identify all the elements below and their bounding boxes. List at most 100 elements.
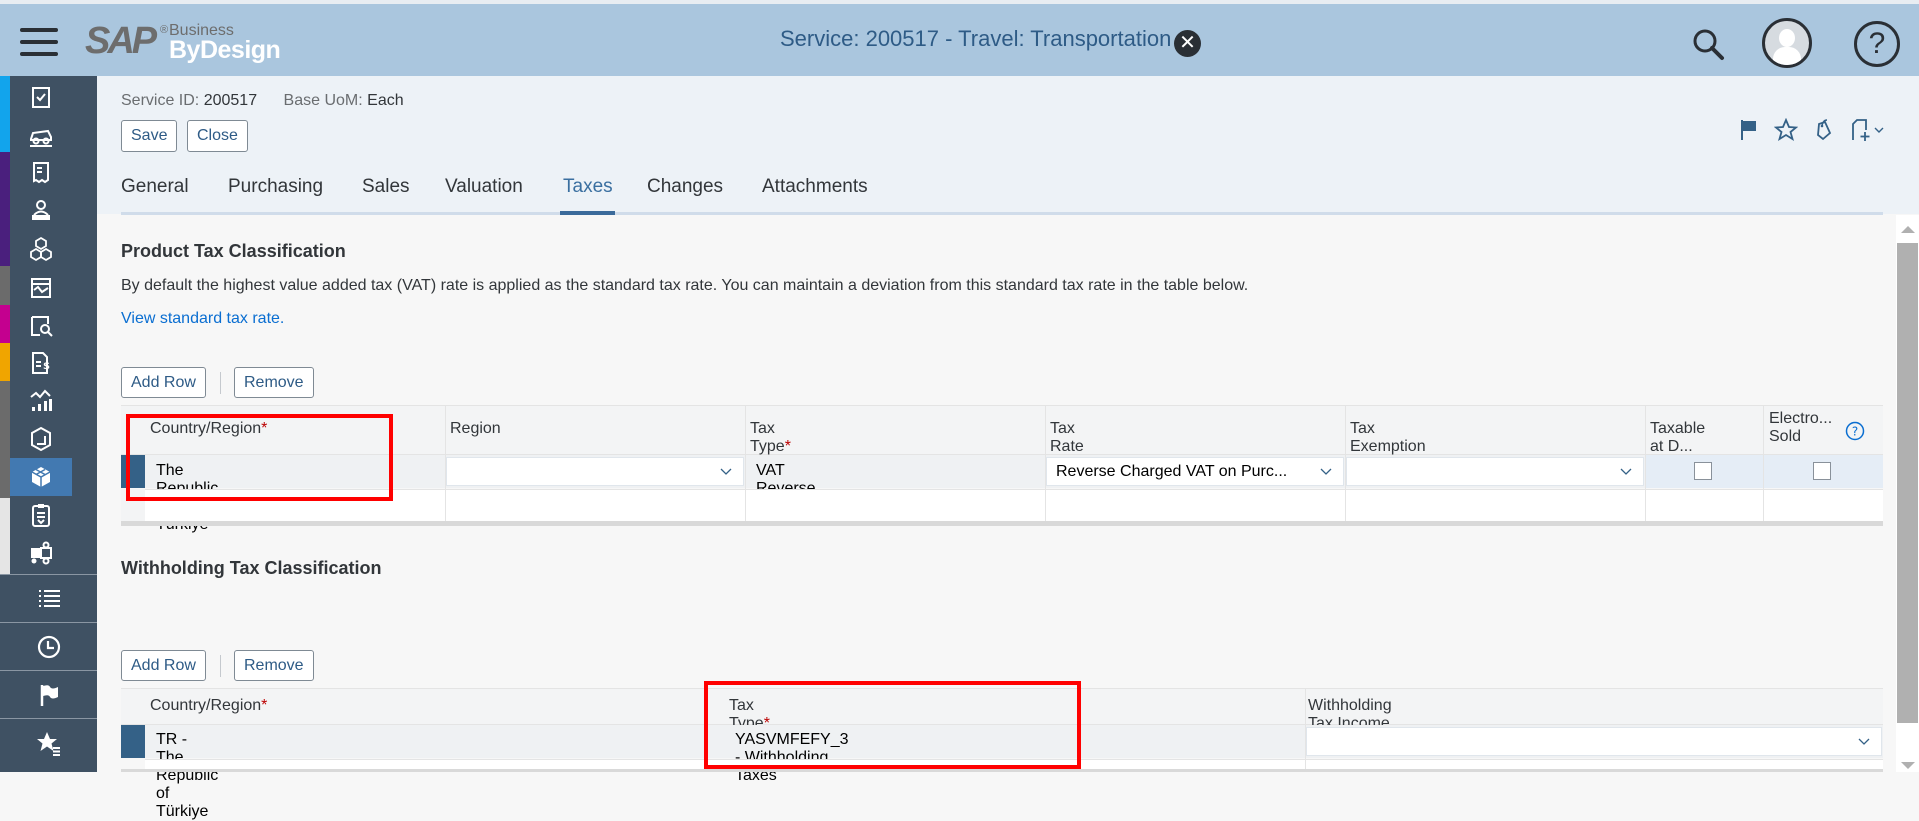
- sidebar-item-calendar-search[interactable]: [10, 306, 72, 344]
- view-standard-tax-rate-link[interactable]: View standard tax rate.: [121, 310, 284, 328]
- logo-brand: SAP: [85, 20, 157, 62]
- row-selected-bg: [1645, 455, 1883, 488]
- column-separator: [705, 688, 706, 770]
- cube-icon: [31, 467, 51, 487]
- tag-icon[interactable]: [1811, 118, 1835, 142]
- object-header: Service ID: 200517 Base UoM: Each Save C…: [97, 76, 1919, 214]
- sidebar-item-invoice[interactable]: $: [10, 344, 72, 382]
- sidebar-item-clipboard-list[interactable]: [10, 496, 72, 534]
- table-row-empty: [145, 759, 1883, 769]
- close-button[interactable]: Close: [187, 120, 248, 152]
- sidebar-item-hexagon[interactable]: [10, 420, 72, 458]
- scrollbar-thumb[interactable]: [1897, 243, 1918, 723]
- analytics-icon: [30, 389, 52, 411]
- tab-sales[interactable]: Sales: [362, 176, 410, 198]
- flag-icon: [40, 685, 58, 706]
- table-header: [121, 405, 1883, 455]
- sidebar-item-analytics[interactable]: [10, 382, 72, 420]
- page-title: Service: 200517 - Travel: Transportation: [780, 26, 1172, 51]
- tab-taxes[interactable]: Taxes: [563, 176, 613, 198]
- sidebar-item-car[interactable]: [10, 116, 72, 154]
- sidebar-item-puzzle[interactable]: [10, 534, 72, 572]
- clipboard-list-icon: [32, 504, 50, 527]
- column-separator: [1645, 405, 1646, 521]
- tax-exemption-reason-dropdown[interactable]: [1346, 457, 1644, 486]
- table-row-empty: [145, 489, 1883, 521]
- add-row-button[interactable]: Add Row: [121, 367, 206, 398]
- toolbar-separator: [220, 372, 221, 394]
- save-button[interactable]: Save: [121, 120, 178, 152]
- row-selector-empty: [121, 489, 145, 521]
- remove-button[interactable]: Remove: [234, 650, 314, 681]
- search-icon[interactable]: [1690, 26, 1726, 62]
- region-dropdown[interactable]: [446, 457, 744, 486]
- cell-country[interactable]: TR - The Republic of Türkiye: [156, 731, 218, 821]
- sidebar-item-person[interactable]: [10, 192, 72, 230]
- tab-attachments[interactable]: Attachments: [762, 176, 868, 198]
- user-avatar[interactable]: [1762, 18, 1812, 68]
- sidebar-item-product-data[interactable]: [10, 458, 72, 496]
- clipboard-check-icon: [32, 87, 50, 108]
- tab-valuation[interactable]: Valuation: [445, 176, 523, 198]
- withholding-income-type-dropdown[interactable]: [1306, 727, 1882, 756]
- chevron-down-icon[interactable]: [1873, 124, 1885, 136]
- row-selector[interactable]: [121, 455, 145, 488]
- hexagon-icon: [31, 426, 51, 452]
- new-document-icon[interactable]: [1849, 118, 1873, 142]
- star-icon[interactable]: [1774, 118, 1798, 142]
- tax-rate-type-dropdown[interactable]: Reverse Charged VAT on Purc...: [1046, 457, 1344, 486]
- sidebar-flags-button[interactable]: [0, 672, 97, 718]
- column-separator: [1305, 688, 1306, 770]
- column-header-country: Country/Region*: [150, 697, 268, 714]
- sidebar-item-products[interactable]: [10, 230, 72, 268]
- service-id-value: 200517: [203, 92, 258, 109]
- sidebar-divider: [0, 670, 97, 671]
- clock-icon: [37, 635, 60, 659]
- svg-text:?: ?: [1852, 425, 1858, 439]
- tab-purchasing[interactable]: Purchasing: [228, 176, 323, 198]
- sidebar-recent-button[interactable]: [0, 624, 97, 670]
- remove-button[interactable]: Remove: [234, 367, 314, 398]
- sidebar-color-strip: [0, 381, 10, 498]
- help-icon[interactable]: ?: [1854, 21, 1900, 67]
- service-id-label: Service ID:: [121, 92, 200, 109]
- row-selector[interactable]: [121, 725, 145, 758]
- sidebar-color-strip: [0, 498, 10, 574]
- sidebar-item-receipt[interactable]: [10, 154, 72, 192]
- scroll-up-arrow[interactable]: [1901, 226, 1915, 233]
- product-tax-description: By default the highest value added tax (…: [121, 277, 1249, 294]
- sidebar-divider: [0, 622, 97, 623]
- sidebar-color-strip: [0, 305, 10, 343]
- column-header-country: Country/Region*: [150, 420, 268, 437]
- sidebar-item-tasks[interactable]: [10, 78, 72, 116]
- close-window-icon[interactable]: ✕: [1174, 30, 1201, 57]
- car-icon: [30, 129, 52, 147]
- scroll-down-arrow[interactable]: [1901, 762, 1915, 769]
- tab-changes[interactable]: Changes: [647, 176, 723, 198]
- document-dollar-icon: $: [32, 352, 50, 374]
- column-header-electro-sold: Electro... Sold: [1769, 410, 1833, 445]
- svg-text:$: $: [43, 361, 50, 372]
- person-desk-icon: [32, 200, 50, 220]
- sidebar-item-planning[interactable]: [10, 268, 72, 306]
- flag-icon[interactable]: [1737, 118, 1761, 142]
- tax-rate-type-value: Reverse Charged VAT on Purc...: [1056, 463, 1288, 480]
- column-separator: [1345, 405, 1346, 521]
- cell-tax-type[interactable]: YASVMFEFY_3 - Withholding Taxes: [735, 731, 849, 785]
- menu-icon[interactable]: [20, 28, 58, 56]
- logo-line2: ByDesign: [169, 36, 281, 64]
- add-row-button[interactable]: Add Row: [121, 650, 206, 681]
- base-uom-label: Base UoM:: [283, 92, 363, 109]
- column-separator: [1763, 405, 1764, 521]
- column-header-tax-type: Tax Type*: [750, 420, 791, 455]
- cubes-icon: [30, 236, 52, 262]
- sidebar-favorites-button[interactable]: [0, 720, 97, 766]
- calendar-chart-icon: [31, 278, 51, 298]
- sidebar-color-strip: [0, 266, 10, 305]
- column-header-region: Region: [450, 420, 501, 437]
- help-circle-icon[interactable]: ?: [1845, 421, 1865, 441]
- sidebar-worklist-button[interactable]: [0, 576, 97, 622]
- tab-general[interactable]: General: [121, 176, 189, 198]
- electro-sold-checkbox[interactable]: [1813, 462, 1831, 480]
- taxable-at-d-checkbox[interactable]: [1694, 462, 1712, 480]
